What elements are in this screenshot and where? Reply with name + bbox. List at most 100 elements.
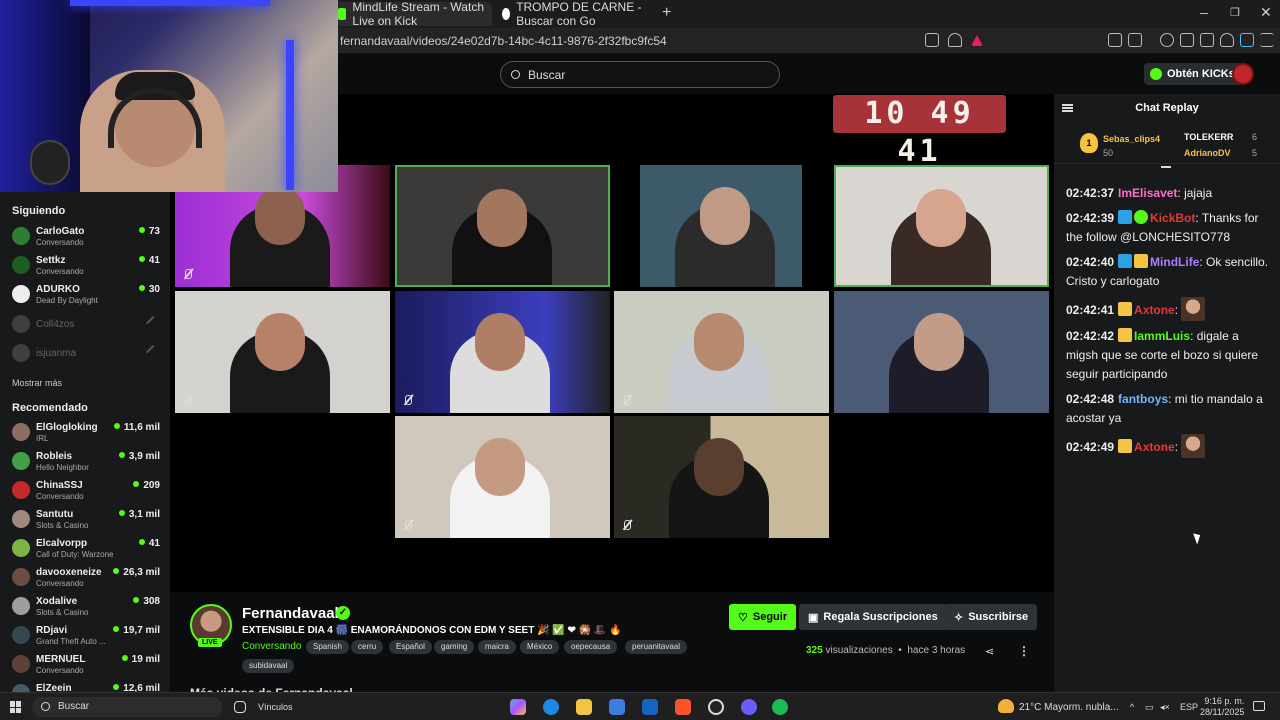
media-icon[interactable] xyxy=(1160,33,1174,47)
sidebar-item-mernuel[interactable]: MERNUEL Conversando 19 mil xyxy=(12,652,160,678)
sidebar-item-robleis[interactable]: Robleis Hello Neighbor 3,9 mil xyxy=(12,449,160,475)
sidebar-item-davooxeneize[interactable]: davooxeneize Conversando 26,3 mil xyxy=(12,565,160,591)
sidebar-item-rdjavi[interactable]: RDjavi Grand Theft Auto ... 19,7 mil xyxy=(12,623,160,649)
tag[interactable]: Español xyxy=(389,640,432,654)
username[interactable]: MindLife xyxy=(1150,255,1199,269)
close-icon[interactable]: ✕ xyxy=(1260,4,1272,21)
language-indicator[interactable]: ESP xyxy=(1180,702,1198,712)
get-kicks-button[interactable]: Obtén KICKs xyxy=(1144,63,1243,85)
username[interactable]: Axtone xyxy=(1134,440,1175,454)
sidebar-item-elzeein[interactable]: ElZeein 12,6 mil xyxy=(12,681,160,692)
tag[interactable]: oepecausa xyxy=(564,640,618,654)
file-explorer-icon[interactable] xyxy=(576,699,592,715)
subscribe-button[interactable]: ✧ Suscribirse xyxy=(945,604,1038,630)
mail-icon[interactable] xyxy=(642,699,658,715)
sidebar-item-xodalive[interactable]: Xodalive Slots & Casino 308 xyxy=(12,594,160,620)
sidebar-item-elcalvorpp[interactable]: Elcalvorpp Call of Duty: Warzone 41 xyxy=(12,536,160,562)
stream-info: LIVE Fernandavaal ✓ EXTENSIBLE DIA 4 🎆 E… xyxy=(170,592,1054,700)
tag[interactable]: cerru xyxy=(351,640,384,654)
screenshot-icon[interactable] xyxy=(1128,33,1142,47)
volume-icon[interactable]: ◂× xyxy=(1160,702,1170,713)
sidebar-item-carlogato[interactable]: CarloGato Conversando 73 xyxy=(12,224,160,250)
wallet-icon[interactable] xyxy=(1200,33,1214,47)
extensions-icon[interactable] xyxy=(1108,33,1122,47)
brave-icon[interactable] xyxy=(675,699,691,715)
sidebar-item-elglogloking[interactable]: ElGlogloking IRL 11,6 mil xyxy=(12,420,160,446)
sparkle-icon: ✧ xyxy=(954,611,964,624)
tag[interactable]: gaming xyxy=(434,640,475,654)
channel-name[interactable]: Fernandavaal xyxy=(242,605,339,622)
notifications-icon[interactable] xyxy=(1253,701,1265,711)
tab-google[interactable]: TROMPO DE CARNE - Buscar con Go xyxy=(498,0,658,28)
gifter-name[interactable]: Sebas_clips4 xyxy=(1103,134,1160,144)
taskbar-search[interactable]: Buscar xyxy=(32,697,222,717)
gifter-name[interactable]: AdrianoDV xyxy=(1184,148,1231,158)
viewer-count-value: 73 xyxy=(148,226,160,237)
avatar xyxy=(12,684,30,692)
brave-rewards-icon[interactable] xyxy=(971,35,983,46)
user-avatar[interactable] xyxy=(1232,63,1254,85)
gifter-name[interactable]: TOLEKERR xyxy=(1184,132,1233,142)
tag[interactable]: Spanish xyxy=(306,640,349,654)
new-tab-icon[interactable]: + xyxy=(662,4,671,22)
tag[interactable]: subidavaal xyxy=(242,659,295,673)
tag[interactable]: peruanitavaal xyxy=(625,640,688,654)
windows-start-icon[interactable] xyxy=(10,701,22,713)
expand-icon[interactable] xyxy=(1161,166,1171,172)
brave-shield-icon[interactable] xyxy=(948,33,962,47)
spotify-icon[interactable] xyxy=(772,699,788,715)
sidebar-item-isjuanma[interactable]: isjuanma xyxy=(12,341,161,367)
username[interactable]: Axtone xyxy=(1134,303,1175,317)
sidebar-item-chinassj[interactable]: ChinaSSJ Conversando 209 xyxy=(12,478,160,504)
verified-badge-icon xyxy=(1134,210,1149,224)
weather-text[interactable]: 21°C Mayorm. nubla... xyxy=(1019,702,1119,713)
kicks-coin-icon xyxy=(1150,68,1162,80)
extension-k-icon[interactable] xyxy=(1240,33,1254,47)
discord-icon[interactable] xyxy=(741,699,757,715)
tray-arrow-icon[interactable]: ^ xyxy=(1130,702,1134,712)
follow-button[interactable]: ♡ Seguir xyxy=(729,604,797,630)
restore-icon[interactable]: ❐ xyxy=(1230,6,1240,19)
sidebar-icon[interactable] xyxy=(1180,33,1194,47)
task-view-icon[interactable] xyxy=(234,701,246,713)
network-icon[interactable]: ▭ xyxy=(1145,702,1154,713)
tag[interactable]: México xyxy=(520,640,560,654)
share-icon[interactable]: ⋖ xyxy=(985,645,994,658)
gift-subs-button[interactable]: ▣ Regala Suscripciones xyxy=(799,604,947,630)
more-options-icon[interactable]: ⋮ xyxy=(1018,644,1030,658)
vpn-icon[interactable] xyxy=(1220,33,1234,47)
menu-icon[interactable] xyxy=(1260,33,1274,47)
video-tile xyxy=(395,165,610,287)
live-dot-icon xyxy=(121,655,128,661)
username[interactable]: ImElisavet xyxy=(1118,186,1177,200)
url-text[interactable]: fernandavaal/videos/24e02d7b-14bc-4c11-9… xyxy=(340,34,667,48)
viewer-count: 3,9 mil xyxy=(118,451,160,462)
copilot-icon[interactable] xyxy=(510,699,526,715)
sidebar-item-santutu[interactable]: Santutu Slots & Casino 3,1 mil xyxy=(12,507,160,533)
show-more-link[interactable]: Mostrar más xyxy=(12,378,62,388)
username[interactable]: IammLuis xyxy=(1134,329,1190,343)
offline-icon xyxy=(145,344,161,360)
clock[interactable]: 9:16 p. m. 28/11/2025 xyxy=(1200,696,1244,718)
tag[interactable]: maicra xyxy=(478,640,517,654)
obs-icon[interactable] xyxy=(708,699,724,715)
search-input[interactable]: Buscar xyxy=(500,61,780,88)
channel-name: MERNUEL xyxy=(36,654,86,665)
viewer-count-value: 30 xyxy=(148,284,160,295)
minimize-icon[interactable]: – xyxy=(1200,4,1208,20)
views-label: visualizaciones xyxy=(825,645,893,656)
message-text: jajaja xyxy=(1184,186,1213,200)
share-icon[interactable] xyxy=(925,33,939,47)
sidebar-item-settkz[interactable]: Settkz Conversando 41 xyxy=(12,253,160,279)
username[interactable]: fantboys xyxy=(1118,392,1168,406)
sidebar-item-coll4zos[interactable]: Coll4zos xyxy=(12,312,161,338)
edge-icon[interactable] xyxy=(543,699,559,715)
stream-category[interactable]: Conversando xyxy=(242,641,301,652)
sidebar-item-adurko[interactable]: ADURKO Dead By Daylight 30 xyxy=(12,282,160,308)
username[interactable]: KickBot xyxy=(1150,211,1195,225)
store-icon[interactable] xyxy=(609,699,625,715)
search-icon xyxy=(511,70,520,79)
subscriber-badge-icon xyxy=(1118,328,1133,342)
tab-kick[interactable]: MindLife Stream - Watch Live on Kick xyxy=(330,0,492,28)
links-toolbar[interactable]: Vínculos xyxy=(258,702,293,712)
